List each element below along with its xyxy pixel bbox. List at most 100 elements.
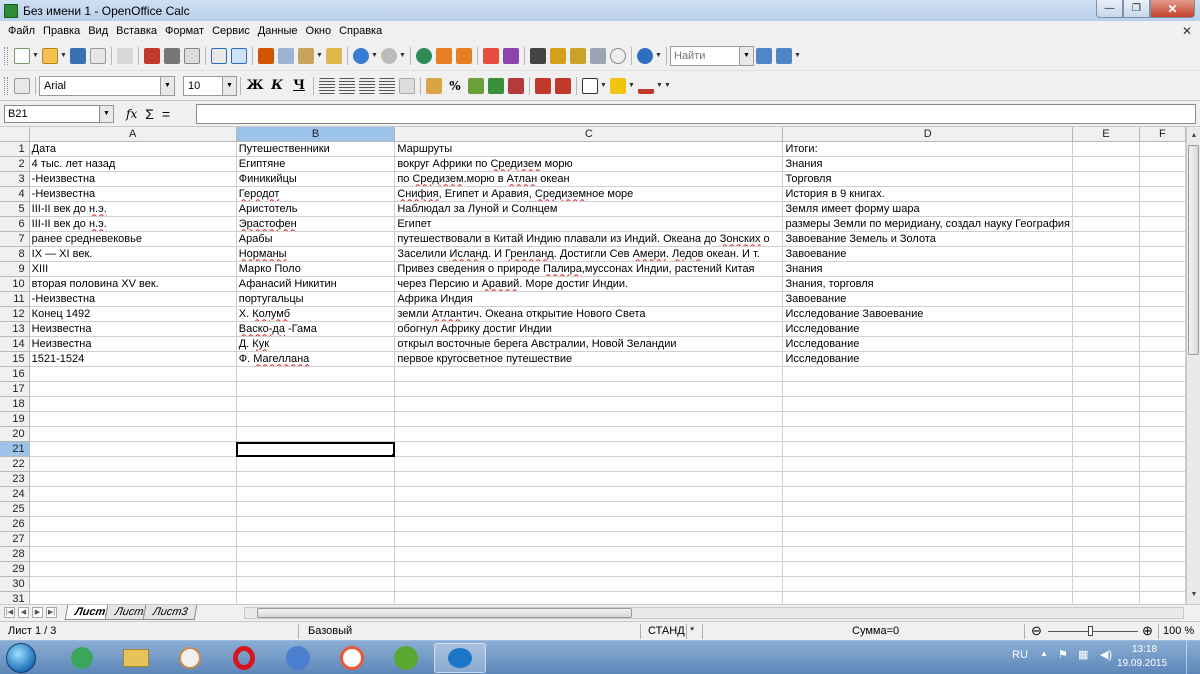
chart-icon[interactable] [483,47,499,64]
zoom-level[interactable]: 100 % [1163,625,1194,637]
minimize-button[interactable]: — [1096,0,1123,18]
cell-a[interactable] [29,456,237,473]
cell-f[interactable] [1139,156,1186,173]
cell-a[interactable]: III-II век до н.э. [29,201,237,218]
toolbar-grip[interactable] [4,46,8,65]
justify-icon[interactable] [379,77,395,94]
cell-a[interactable] [29,381,237,398]
find-next-icon[interactable] [756,47,772,64]
cell-b[interactable] [236,441,396,458]
zoom-slider[interactable] [1048,631,1138,632]
cell-a[interactable]: -Неизвестна [29,171,237,188]
row-header[interactable]: 31 [0,591,30,604]
page-style[interactable]: Базовый [308,625,352,637]
cell-c[interactable] [394,561,784,578]
cell-b[interactable] [236,366,396,383]
cell-e[interactable] [1072,381,1140,398]
cell-d[interactable]: Исследование Завоевание [782,306,1074,323]
print-icon[interactable] [164,47,180,64]
row-header[interactable]: 5 [0,201,30,218]
cell-c[interactable] [394,441,784,458]
name-box-dropdown-icon[interactable]: ▼ [100,104,114,123]
cell-e[interactable] [1072,201,1140,218]
previous-sheet-icon[interactable]: ◀ [18,607,29,618]
cell-c[interactable] [394,471,784,488]
cell-c[interactable]: по Средизем.морю в Атлан океан [394,171,784,188]
edit-file-icon[interactable] [117,47,133,64]
row-header[interactable]: 20 [0,426,30,443]
cell-f[interactable] [1139,576,1186,593]
currency-format-icon[interactable] [426,77,442,94]
hyperlink-icon[interactable] [416,47,432,64]
cell-e[interactable] [1072,501,1140,518]
open-folder-icon[interactable] [42,47,58,64]
cell-c[interactable] [394,411,784,428]
row-header[interactable]: 11 [0,291,30,308]
cell-c[interactable] [394,396,784,413]
cell-d[interactable]: Исследование [782,321,1074,338]
find-dropdown-icon[interactable]: ▼ [740,45,754,66]
background-color-icon[interactable] [610,77,626,94]
cell-d[interactable]: Знания, торговля [782,276,1074,293]
cell-e[interactable] [1072,291,1140,308]
cell-d[interactable] [782,576,1074,593]
navigator-icon[interactable] [550,47,566,64]
font-size-dropdown-icon[interactable]: ▼ [223,75,237,96]
cell-e[interactable] [1072,141,1140,158]
openoffice-taskbar-icon[interactable] [434,643,486,673]
cell-f[interactable] [1139,561,1186,578]
cell-f[interactable] [1139,171,1186,188]
paint-app-icon[interactable] [164,643,216,673]
cell-d[interactable]: Итоги: [782,141,1074,158]
cell-a[interactable]: -Неизвестна [29,186,237,203]
show-draw-functions-icon[interactable] [503,47,519,64]
menu-format[interactable]: Формат [161,25,208,37]
row-header[interactable]: 28 [0,546,30,563]
find-previous-icon[interactable] [776,47,792,64]
cell-b[interactable] [236,426,396,443]
cell-b[interactable]: Аристотель [236,201,396,218]
cell-e[interactable] [1072,576,1140,593]
cell-d[interactable]: Торговля [782,171,1074,188]
cell-a[interactable] [29,411,237,428]
cell-b[interactable] [236,486,396,503]
cell-d[interactable]: Завоевание Земель и Золота [782,231,1074,248]
new-document-icon[interactable] [14,47,30,64]
cell-b[interactable]: Х. Колумб [236,306,396,323]
row-header[interactable]: 22 [0,456,30,473]
styles-icon[interactable] [14,77,30,94]
paste-icon[interactable] [298,47,314,64]
decrease-indent-icon[interactable] [535,77,551,94]
horizontal-scroll-thumb[interactable] [257,608,632,618]
close-button[interactable]: ✕ [1150,0,1195,18]
cell-d[interactable]: Знания [782,156,1074,173]
volume-icon[interactable]: ◀) [1100,648,1112,661]
cell-c[interactable]: обогнул Африку достиг Индии [394,321,784,338]
zoom-in-icon[interactable]: ⊕ [1142,623,1153,639]
cell-e[interactable] [1072,441,1140,458]
cell-e[interactable] [1072,516,1140,533]
cell-c[interactable]: открыл восточные берега Австралии, Новой… [394,336,784,353]
cell-a[interactable]: III-II век до н.э. [29,216,237,233]
cell-c[interactable]: земли Атлантич. Океана открытие Нового С… [394,306,784,323]
column-header-b[interactable]: B [236,127,396,143]
italic-button[interactable]: К [267,76,287,96]
row-header[interactable]: 9 [0,261,30,278]
save-icon[interactable] [70,47,86,64]
cell-a[interactable]: вторая половина XV век. [29,276,237,293]
cell-d[interactable]: Завоевание [782,291,1074,308]
cell-a[interactable] [29,591,237,604]
cell-b[interactable] [236,531,396,548]
cell-b[interactable]: Путешественники [236,141,396,158]
opera-browser-icon[interactable] [218,643,270,673]
menu-file[interactable]: Файл [4,25,39,37]
cell-b[interactable] [236,546,396,563]
select-all-corner[interactable] [0,127,30,143]
cell-f[interactable] [1139,141,1186,158]
cell-a[interactable]: 4 тыс. лет назад [29,156,237,173]
column-header-e[interactable]: E [1072,127,1140,143]
cut-icon[interactable] [258,47,274,64]
first-sheet-icon[interactable]: |◀ [4,607,15,618]
cell-d[interactable] [782,561,1074,578]
email-icon[interactable] [90,47,106,64]
